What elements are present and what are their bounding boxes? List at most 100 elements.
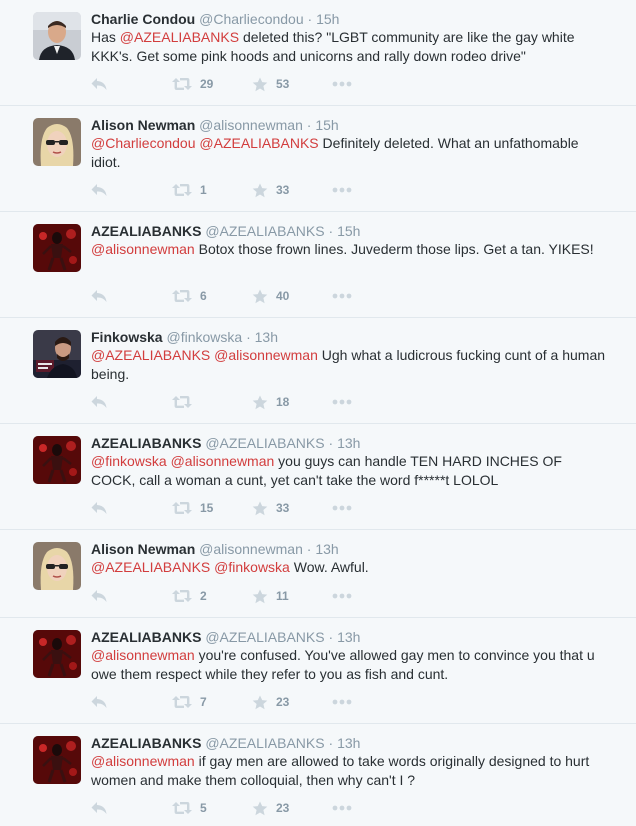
avatar[interactable] xyxy=(33,736,81,784)
tweet-timestamp[interactable]: 15h xyxy=(316,11,339,27)
retweet-button[interactable]: 29 xyxy=(172,74,213,94)
retweet-icon xyxy=(172,289,192,303)
favorite-button[interactable]: 53 xyxy=(252,74,289,94)
mention-link[interactable]: @AZEALIABANKS xyxy=(91,559,210,575)
avatar[interactable] xyxy=(33,630,81,678)
tweet-timestamp[interactable]: 13h xyxy=(337,735,360,751)
tweet[interactable]: AZEALIABANKS @AZEALIABANKS · 13h @alison… xyxy=(0,618,636,724)
avatar[interactable] xyxy=(33,118,81,166)
mention-link[interactable]: @alisonnewman xyxy=(91,241,195,257)
favorite-button[interactable]: 23 xyxy=(252,798,289,818)
more-button[interactable] xyxy=(332,392,352,412)
retweet-button[interactable]: 5 xyxy=(172,798,207,818)
tweet-fullname[interactable]: Charlie Condou xyxy=(91,11,195,27)
reply-button[interactable] xyxy=(91,498,107,518)
avatar[interactable] xyxy=(33,436,81,484)
tweet[interactable]: AZEALIABANKS @AZEALIABANKS · 15h @alison… xyxy=(0,212,636,318)
tweet-separator: · xyxy=(306,541,312,557)
retweet-button[interactable]: 6 xyxy=(172,286,207,306)
avatar[interactable] xyxy=(33,224,81,272)
retweet-icon xyxy=(172,395,192,409)
tweet-timestamp[interactable]: 13h xyxy=(337,435,360,451)
retweet-button[interactable] xyxy=(172,392,192,412)
tweet-fullname[interactable]: AZEALIABANKS xyxy=(91,223,201,239)
favorite-button[interactable]: 40 xyxy=(252,286,289,306)
avatar[interactable] xyxy=(33,12,81,60)
tweet-username[interactable]: @AZEALIABANKS xyxy=(205,223,324,239)
tweet-timestamp[interactable]: 13h xyxy=(337,629,360,645)
reply-button[interactable] xyxy=(91,286,107,306)
tweet-fullname[interactable]: Finkowska xyxy=(91,329,163,345)
reply-button[interactable] xyxy=(91,74,107,94)
tweet-fullname[interactable]: Alison Newman xyxy=(91,117,195,133)
tweet-actions: 7 23 xyxy=(91,692,391,712)
more-button[interactable] xyxy=(332,286,352,306)
star-icon xyxy=(252,183,268,198)
mention-link[interactable]: @AZEALIABANKS xyxy=(91,347,210,363)
tweet-timestamp[interactable]: 13h xyxy=(255,329,278,345)
tweet[interactable]: Alison Newman @alisonnewman · 13h @AZEAL… xyxy=(0,530,636,618)
favorite-button[interactable]: 11 xyxy=(252,586,289,606)
tweet[interactable]: Charlie Condou @Charliecondou · 15h Has … xyxy=(0,0,636,106)
tweet-fullname[interactable]: AZEALIABANKS xyxy=(91,435,201,451)
retweet-button[interactable]: 2 xyxy=(172,586,207,606)
more-button[interactable] xyxy=(332,798,352,818)
mention-link[interactable]: @Charliecondou xyxy=(91,135,196,151)
mention-link[interactable]: @alisonnewman xyxy=(91,753,195,769)
tweet-header: Alison Newman @alisonnewman · 13h xyxy=(91,540,610,558)
reply-button[interactable] xyxy=(91,692,107,712)
tweet[interactable]: Finkowska @finkowska · 13h @AZEALIABANKS… xyxy=(0,318,636,424)
tweet-username[interactable]: @Charliecondou xyxy=(199,11,304,27)
tweet-username[interactable]: @finkowska xyxy=(166,329,242,345)
tweet-timestamp[interactable]: 15h xyxy=(315,117,338,133)
avatar[interactable] xyxy=(33,330,81,378)
tweet[interactable]: AZEALIABANKS @AZEALIABANKS · 13h @finkow… xyxy=(0,424,636,530)
tweet-fullname[interactable]: AZEALIABANKS xyxy=(91,735,201,751)
tweet[interactable]: Alison Newman @alisonnewman · 15h @Charl… xyxy=(0,106,636,212)
more-button[interactable] xyxy=(332,498,352,518)
mention-link[interactable]: @AZEALIABANKS xyxy=(120,29,239,45)
reply-button[interactable] xyxy=(91,798,107,818)
tweet-username[interactable]: @alisonnewman xyxy=(199,541,303,557)
tweet-username[interactable]: @AZEALIABANKS xyxy=(205,435,324,451)
mention-link[interactable]: @alisonnewman xyxy=(171,453,275,469)
retweet-count: 29 xyxy=(200,77,214,91)
tweet-text: Has @AZEALIABANKS deleted this? "LGBT co… xyxy=(91,28,610,66)
more-button[interactable] xyxy=(332,692,352,712)
more-button[interactable] xyxy=(332,180,352,200)
reply-icon xyxy=(91,77,107,91)
favorite-button[interactable]: 23 xyxy=(252,692,289,712)
favorite-button[interactable]: 33 xyxy=(252,180,289,200)
mention-link[interactable]: @AZEALIABANKS xyxy=(199,135,318,151)
more-button[interactable] xyxy=(332,586,352,606)
mention-link[interactable]: @alisonnewman xyxy=(214,347,318,363)
tweet-username[interactable]: @AZEALIABANKS xyxy=(205,735,324,751)
tweet[interactable]: AZEALIABANKS @AZEALIABANKS · 13h @alison… xyxy=(0,724,636,826)
reply-button[interactable] xyxy=(91,392,107,412)
tweet-timestamp[interactable]: 13h xyxy=(315,541,338,557)
tweet-username[interactable]: @AZEALIABANKS xyxy=(205,629,324,645)
more-button[interactable] xyxy=(332,74,352,94)
reply-button[interactable] xyxy=(91,586,107,606)
tweet-timeline: Charlie Condou @Charliecondou · 15h Has … xyxy=(0,0,636,826)
tweet-text: @alisonnewman Botox those frown lines. J… xyxy=(91,240,610,259)
avatar[interactable] xyxy=(33,542,81,590)
reply-button[interactable] xyxy=(91,180,107,200)
retweet-button[interactable]: 15 xyxy=(172,498,213,518)
mention-link[interactable]: @finkowska xyxy=(214,559,290,575)
retweet-button[interactable]: 1 xyxy=(172,180,207,200)
tweet-text: @AZEALIABANKS @alisonnewman Ugh what a l… xyxy=(91,346,610,384)
retweet-button[interactable]: 7 xyxy=(172,692,207,712)
mention-link[interactable]: @finkowska xyxy=(91,453,167,469)
tweet-header: Alison Newman @alisonnewman · 15h xyxy=(91,116,610,134)
more-icon xyxy=(332,81,352,87)
mention-link[interactable]: @alisonnewman xyxy=(91,647,195,663)
tweet-fullname[interactable]: Alison Newman xyxy=(91,541,195,557)
tweet-username[interactable]: @alisonnewman xyxy=(199,117,303,133)
retweet-icon xyxy=(172,501,192,515)
tweet-fullname[interactable]: AZEALIABANKS xyxy=(91,629,201,645)
favorite-button[interactable]: 33 xyxy=(252,498,289,518)
favorite-button[interactable]: 18 xyxy=(252,392,289,412)
tweet-timestamp[interactable]: 15h xyxy=(337,223,360,239)
retweet-icon xyxy=(172,183,192,197)
